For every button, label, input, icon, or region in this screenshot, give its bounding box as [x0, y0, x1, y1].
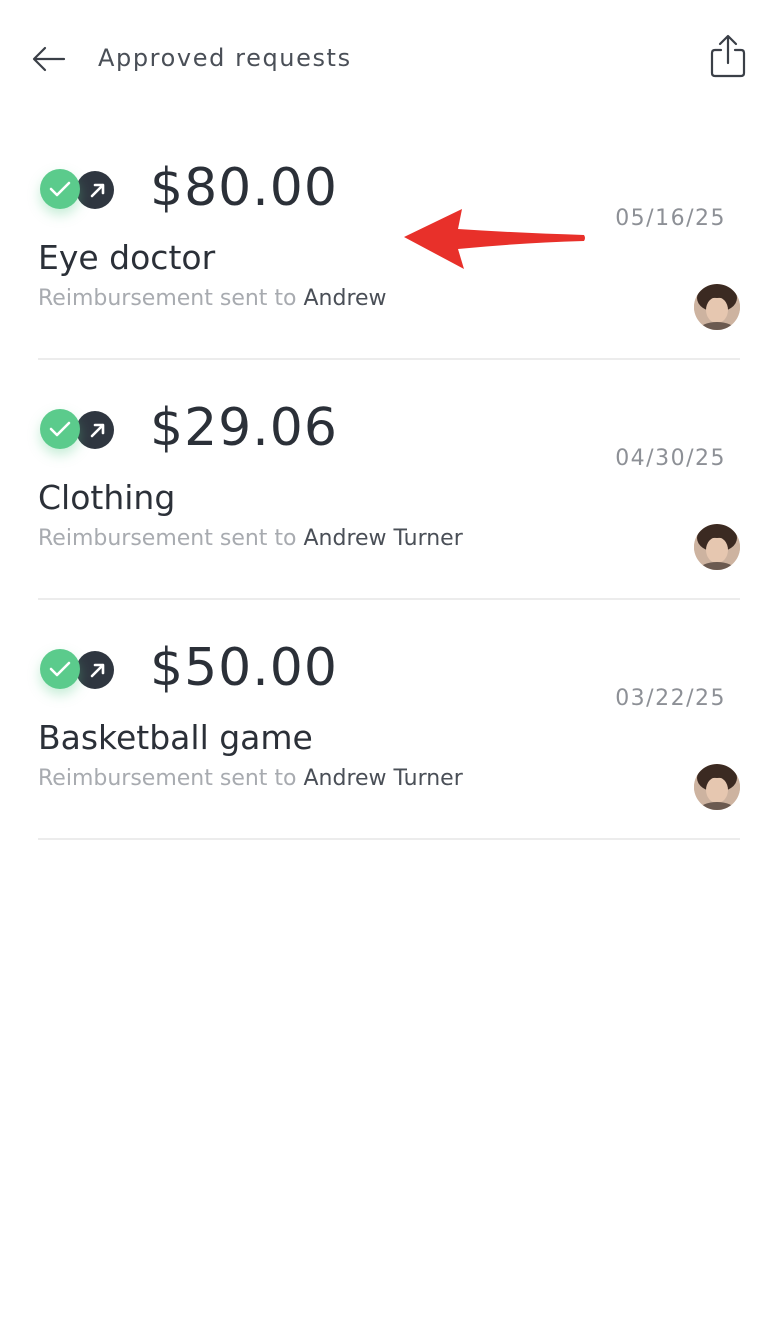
subtitle-prefix: Reimbursement sent to: [38, 766, 297, 791]
sent-arrow-icon: [76, 411, 114, 449]
sent-arrow-icon: [76, 171, 114, 209]
approved-requests-list: $80.00 05/16/25 Eye doctor Reimbursement…: [38, 120, 740, 840]
annotation-arrow-icon: [404, 209, 585, 269]
request-row[interactable]: $29.06 04/30/25 Clothing Reimbursement s…: [38, 360, 740, 600]
recipient-name: Andrew: [303, 286, 387, 311]
status-icons: [40, 169, 120, 211]
subtitle-prefix: Reimbursement sent to: [38, 286, 297, 311]
approved-check-icon: [40, 649, 80, 689]
arrow-left-icon: [32, 46, 66, 72]
approved-check-icon: [40, 409, 80, 449]
request-subtitle: Reimbursement sent to Andrew Turner: [38, 526, 463, 551]
sent-arrow-icon: [76, 651, 114, 689]
request-date: 03/22/25: [615, 686, 726, 711]
status-icons: [40, 649, 120, 691]
share-button[interactable]: [704, 32, 752, 80]
request-date: 04/30/25: [615, 446, 726, 471]
recipient-name: Andrew Turner: [303, 766, 463, 791]
status-icons: [40, 409, 120, 451]
request-row[interactable]: $50.00 03/22/25 Basketball game Reimburs…: [38, 600, 740, 840]
top-bar: Approved requests: [0, 0, 774, 120]
approved-check-icon: [40, 169, 80, 209]
request-subtitle: Reimbursement sent to Andrew: [38, 286, 387, 311]
page-title: Approved requests: [98, 44, 352, 72]
recipient-name: Andrew Turner: [303, 526, 463, 551]
request-title: Basketball game: [38, 718, 313, 757]
request-date: 05/16/25: [615, 206, 726, 231]
request-amount: $80.00: [150, 158, 338, 218]
request-subtitle: Reimbursement sent to Andrew Turner: [38, 766, 463, 791]
request-amount: $29.06: [150, 398, 338, 458]
back-button[interactable]: [28, 38, 70, 80]
request-title: Clothing: [38, 478, 176, 517]
avatar: [694, 284, 740, 330]
avatar: [694, 524, 740, 570]
request-title: Eye doctor: [38, 238, 216, 277]
request-amount: $50.00: [150, 638, 338, 698]
subtitle-prefix: Reimbursement sent to: [38, 526, 297, 551]
share-icon: [710, 34, 746, 78]
request-row[interactable]: $80.00 05/16/25 Eye doctor Reimbursement…: [38, 120, 740, 360]
avatar: [694, 764, 740, 810]
